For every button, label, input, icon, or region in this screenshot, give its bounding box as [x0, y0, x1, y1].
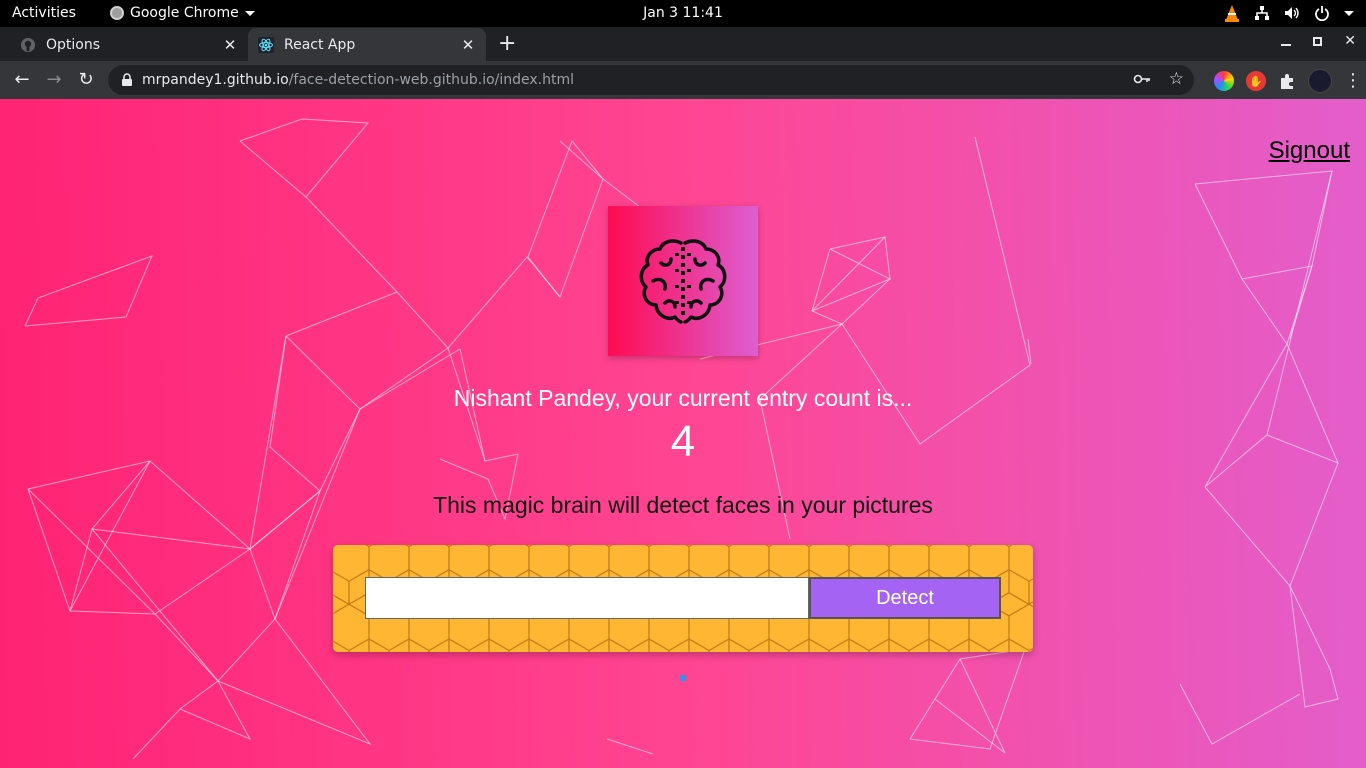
chevron-down-icon[interactable] [1344, 10, 1354, 16]
url-path: /face-detection-web.github.io/index.html [288, 72, 575, 88]
image-url-input[interactable] [365, 577, 809, 619]
reload-icon[interactable]: ↻ [75, 69, 97, 90]
volume-icon[interactable] [1284, 5, 1300, 21]
tab-react-app[interactable]: React App ✕ [248, 28, 486, 61]
app-menu[interactable]: Google Chrome [110, 5, 255, 21]
entry-count-value: 4 [670, 417, 696, 466]
close-window-icon[interactable]: ✕ [1344, 33, 1356, 49]
bookmark-star-icon[interactable]: ☆ [1169, 71, 1184, 88]
chrome-icon [110, 6, 124, 20]
network-icon[interactable] [1254, 5, 1270, 21]
close-icon[interactable]: ✕ [456, 36, 480, 54]
tab-title: Options [46, 36, 101, 53]
window-controls: ✕ [1281, 33, 1356, 49]
more-menu-icon[interactable]: ⋮ [1344, 71, 1362, 91]
entry-count-message: Nishant Pandey, your current entry count… [453, 385, 913, 411]
puzzle-extensions-icon[interactable] [1278, 72, 1296, 90]
url-host: mrpandey1.github.io [142, 72, 289, 88]
signout-link[interactable]: Signout [1269, 137, 1350, 165]
tab-options[interactable]: Options ✕ [0, 28, 248, 61]
clock[interactable]: Jan 3 11:41 [643, 5, 723, 21]
browser-toolbar: ← → ↻ mrpandey1.github.io/face-detection… [0, 61, 1366, 99]
forward-arrow-icon[interactable]: → [43, 69, 65, 90]
system-top-bar: Activities Google Chrome Jan 3 11:41 [0, 0, 1366, 27]
color-wheel-extension-icon[interactable] [1214, 71, 1234, 91]
key-icon[interactable] [1133, 71, 1151, 87]
brain-logo [608, 206, 758, 356]
tab-title: React App [284, 36, 356, 53]
detect-button[interactable]: Detect [809, 577, 1001, 619]
image-url-form: Detect [333, 545, 1033, 652]
tab-strip: Options ✕ React App ✕ + ✕ [0, 27, 1366, 61]
activities-button[interactable]: Activities [12, 5, 76, 21]
address-bar[interactable]: mrpandey1.github.io/face-detection-web.g… [108, 65, 1194, 95]
brain-icon [639, 239, 727, 324]
close-icon[interactable]: ✕ [218, 36, 242, 54]
stop-hand-extension-icon[interactable]: ✋ [1246, 71, 1266, 91]
new-tab-button[interactable]: + [498, 31, 516, 56]
page-content: Signout Nishant Pandey, your current ent… [0, 99, 1366, 768]
profile-avatar[interactable] [1308, 69, 1332, 93]
lock-icon[interactable] [120, 73, 134, 87]
react-icon [258, 36, 274, 53]
back-arrow-icon[interactable]: ← [11, 69, 33, 90]
chevron-down-icon [244, 10, 255, 16]
tagline: This magic brain will detect faces in yo… [433, 492, 933, 518]
system-tray[interactable] [1224, 4, 1354, 22]
minimize-icon[interactable] [1281, 44, 1292, 46]
loading-indicator [680, 675, 686, 681]
extensions-area: ✋ ⋮ [1214, 69, 1362, 93]
app-menu-label: Google Chrome [130, 5, 239, 21]
power-icon[interactable] [1314, 5, 1330, 21]
restore-icon[interactable] [1313, 36, 1323, 46]
vlc-icon[interactable] [1224, 4, 1240, 22]
github-icon [20, 37, 36, 53]
